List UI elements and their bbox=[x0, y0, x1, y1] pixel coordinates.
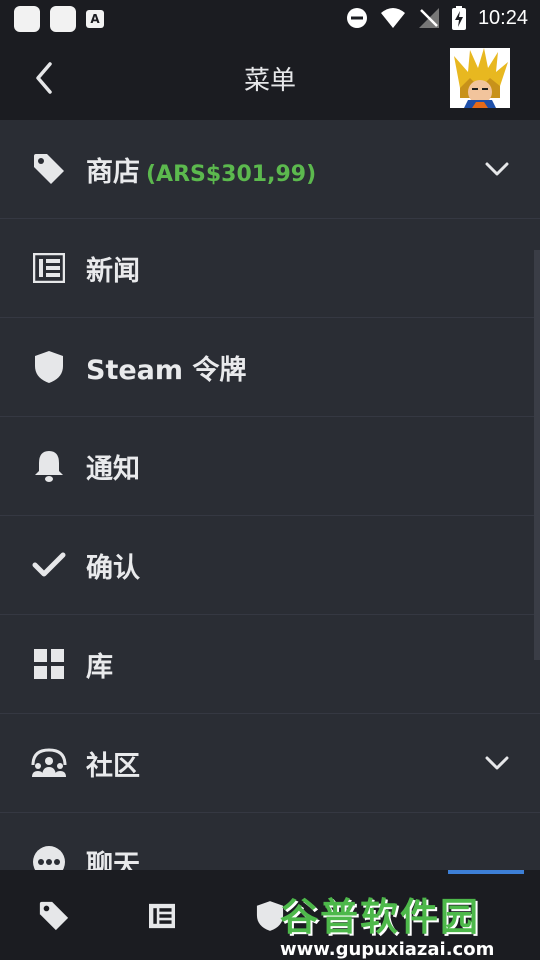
menu-item-community[interactable]: 社区 bbox=[0, 714, 540, 813]
chevron-down-icon[interactable] bbox=[484, 120, 510, 218]
menu-item-label: 确认 bbox=[86, 552, 140, 584]
menu-item-library[interactable]: 库 bbox=[0, 615, 540, 714]
tag-icon bbox=[30, 120, 68, 218]
chevron-down-icon[interactable] bbox=[484, 714, 510, 812]
community-icon bbox=[30, 714, 68, 812]
watermark-title: 谷普软件园 bbox=[280, 895, 481, 939]
bell-icon bbox=[30, 417, 68, 515]
shield-icon bbox=[30, 318, 68, 416]
chat-icon bbox=[30, 813, 68, 870]
menu-item-steam-guard[interactable]: Steam 令牌 bbox=[0, 318, 540, 417]
bottom-nav-news[interactable] bbox=[144, 898, 180, 934]
menu-item-label: 新闻 bbox=[86, 255, 140, 287]
scrollbar[interactable] bbox=[534, 250, 540, 660]
app-notification-icon bbox=[14, 6, 40, 32]
menu-item-label: 商店 (ARS$301,99) bbox=[86, 156, 317, 188]
app-notification-icon bbox=[50, 6, 76, 32]
grid-icon bbox=[30, 615, 68, 713]
menu-item-label: Steam 令牌 bbox=[86, 354, 247, 386]
menu-item-label: 聊天 bbox=[86, 849, 140, 871]
newspaper-icon bbox=[30, 219, 68, 317]
menu-item-store[interactable]: 商店 (ARS$301,99) bbox=[0, 120, 540, 219]
menu-item-news[interactable]: 新闻 bbox=[0, 219, 540, 318]
menu-item-label: 通知 bbox=[86, 453, 140, 485]
active-tab-indicator bbox=[448, 870, 524, 874]
battery-charging-icon bbox=[451, 6, 466, 30]
avatar-image bbox=[450, 48, 510, 108]
wifi-icon bbox=[380, 8, 405, 28]
do-not-disturb-icon bbox=[346, 8, 367, 28]
check-icon bbox=[30, 516, 68, 614]
menu-item-notifications[interactable]: 通知 bbox=[0, 417, 540, 516]
watermark-url: www.gupuxiazai.com bbox=[280, 939, 495, 960]
menu-item-label: 库 bbox=[86, 651, 113, 683]
system-icons: 10:24 bbox=[346, 6, 528, 30]
newspaper-icon bbox=[149, 903, 175, 929]
no-signal-icon bbox=[418, 8, 439, 28]
wallet-balance: (ARS$301,99) bbox=[146, 161, 317, 187]
menu-item-label: 社区 bbox=[86, 750, 140, 782]
bottom-nav: 谷普软件园 www.gupuxiazai.com bbox=[0, 870, 540, 960]
header: 菜单 bbox=[0, 36, 540, 120]
clock: 10:24 bbox=[477, 6, 528, 29]
watermark: 谷普软件园 www.gupuxiazai.com bbox=[280, 886, 530, 960]
menu-item-chat[interactable]: 聊天 bbox=[0, 813, 540, 870]
keyboard-a-icon: A bbox=[86, 10, 104, 28]
status-bar: A 10:24 bbox=[0, 0, 540, 36]
bottom-nav-store[interactable] bbox=[36, 898, 72, 934]
avatar[interactable] bbox=[450, 48, 510, 108]
menu-item-confirmations[interactable]: 确认 bbox=[0, 516, 540, 615]
notification-icons: A bbox=[14, 6, 104, 32]
tag-icon bbox=[39, 901, 69, 931]
menu-list: 商店 (ARS$301,99) 新闻 Steam 令牌 通知 确认 库 社区 聊… bbox=[0, 120, 540, 870]
